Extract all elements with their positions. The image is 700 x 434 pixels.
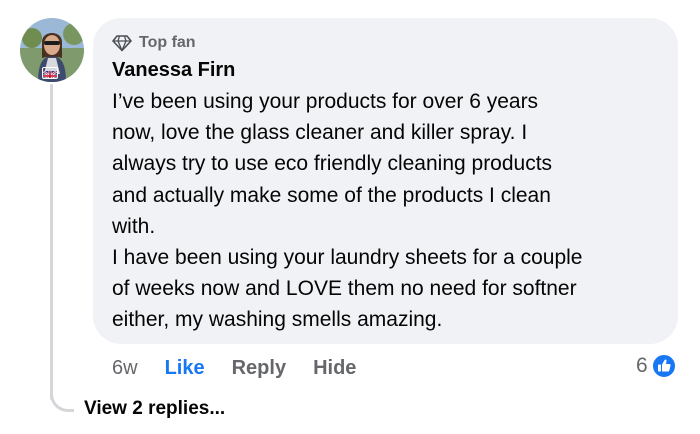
badge-label: Top fan xyxy=(139,34,196,51)
hide-button[interactable]: Hide xyxy=(313,357,356,380)
like-button[interactable]: Like xyxy=(165,357,205,380)
uk-flag-icon xyxy=(42,67,58,79)
thumbs-up-icon xyxy=(651,354,676,378)
thread-connector xyxy=(50,386,74,412)
comment-line: with. xyxy=(112,214,156,238)
reaction-count: 6 xyxy=(636,354,648,377)
comment-line: I have been using your laundry sheets fo… xyxy=(112,246,583,270)
comment-line: of weeks now and LOVE them no need for s… xyxy=(112,277,577,301)
view-replies-link[interactable]: View 2 replies... xyxy=(84,398,225,420)
diamond-icon xyxy=(112,35,132,52)
comment-text: I’ve been using your products for over 6… xyxy=(112,86,672,336)
timestamp[interactable]: 6w xyxy=(112,357,138,380)
comment-line: always try to use eco friendly cleaning … xyxy=(112,152,553,176)
comment-line: and actually make some of the products I… xyxy=(112,183,551,207)
comment-actions: 6w Like Reply Hide xyxy=(112,354,383,382)
comment-line: now, love the glass cleaner and killer s… xyxy=(112,121,528,145)
top-fan-badge[interactable]: Top fan xyxy=(112,32,196,54)
author-name[interactable]: Vanessa Firn xyxy=(112,57,235,83)
reply-button[interactable]: Reply xyxy=(232,357,286,380)
reaction-summary[interactable]: 6 xyxy=(636,352,676,380)
comment-line: either, my washing smells amazing. xyxy=(112,308,443,332)
comment-line: I’ve been using your products for over 6… xyxy=(112,90,539,113)
thread-line xyxy=(50,84,53,400)
